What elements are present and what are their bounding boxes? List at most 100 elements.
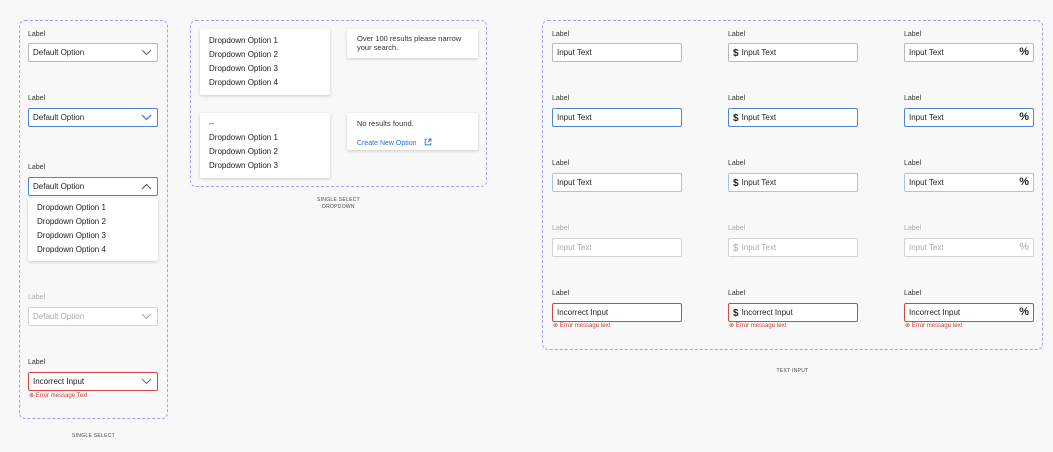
- input-label: Label: [904, 290, 922, 297]
- error-message: ⊗ Error message text: [729, 323, 787, 329]
- dropdown-option[interactable]: Dropdown Option 3: [209, 62, 330, 76]
- input-value: Input Text: [741, 48, 777, 57]
- no-results-panel: No results found. Create New Option: [347, 113, 478, 150]
- input-value: Input Text: [909, 178, 944, 187]
- input-value: Input Text: [741, 113, 777, 122]
- dropdown-caption-line1: SINGLE SELECT: [316, 197, 361, 203]
- dropdown-option[interactable]: Dropdown Option 3: [37, 229, 158, 243]
- select-label: Label: [28, 359, 46, 366]
- dropdown-list-panel: Dropdown Option 1 Dropdown Option 2 Drop…: [200, 29, 330, 95]
- input-value: Input Text: [741, 178, 777, 187]
- select-disabled: Default Option: [28, 307, 158, 326]
- dropdown-option-empty[interactable]: --: [209, 117, 330, 131]
- chevron-down-icon: [141, 378, 152, 385]
- over-limit-panel: Over 100 results please narrow your sear…: [347, 29, 478, 58]
- dropdown-option[interactable]: Dropdown Option 1: [209, 131, 330, 145]
- select-focused[interactable]: Default Option: [28, 108, 158, 127]
- dropdown-option[interactable]: Dropdown Option 2: [209, 48, 330, 62]
- dropdown-option[interactable]: Dropdown Option 3: [209, 159, 330, 173]
- input-label: Label: [904, 225, 922, 232]
- select-label: Label: [28, 164, 46, 171]
- over-limit-message: Over 100 results please narrow your sear…: [357, 34, 462, 52]
- dollar-icon: $: [733, 48, 739, 59]
- select-value: Default Option: [33, 113, 85, 122]
- select-value: Default Option: [33, 48, 85, 57]
- text-input-focused[interactable]: Input Text: [552, 108, 682, 127]
- input-label: Label: [552, 225, 570, 232]
- input-value: Input Text: [557, 113, 592, 122]
- input-value: Input Text: [909, 113, 944, 122]
- input-value: Input Text: [557, 243, 592, 252]
- currency-input-disabled: $ Input Text: [728, 238, 858, 257]
- no-results-message: No results found.: [357, 119, 414, 128]
- input-label: Label: [552, 160, 570, 167]
- input-value: Input Text: [909, 243, 944, 252]
- select-label: Label: [28, 294, 46, 301]
- select-value: Incorrect Input: [33, 377, 85, 386]
- currency-input-focused[interactable]: $ Input Text: [728, 108, 858, 127]
- error-message: ⊗ Error message Text: [29, 393, 88, 399]
- input-value: Input Text: [557, 178, 592, 187]
- external-link-icon: [424, 138, 432, 146]
- single-select-caption: SINGLE SELECT: [71, 433, 116, 439]
- percent-icon: %: [1019, 46, 1029, 58]
- select-options-panel: Dropdown Option 1 Dropdown Option 2 Drop…: [28, 198, 158, 261]
- chevron-down-icon: [141, 49, 152, 56]
- dollar-icon: $: [733, 308, 739, 319]
- select-label: Label: [28, 31, 46, 38]
- currency-input-hover[interactable]: $ Input Text: [728, 173, 858, 192]
- percent-icon: %: [1019, 111, 1029, 123]
- select-open[interactable]: Default Option: [28, 177, 158, 196]
- input-label: Label: [552, 290, 570, 297]
- error-message: ⊗ Error message text: [905, 323, 963, 329]
- text-input-caption: TEXT INPUT: [776, 368, 809, 374]
- select-error[interactable]: Incorrect Input: [28, 372, 158, 391]
- input-label: Label: [904, 160, 922, 167]
- chevron-down-icon: [141, 114, 152, 121]
- input-label: Label: [728, 225, 746, 232]
- percent-input-disabled: Input Text%: [904, 238, 1034, 257]
- input-label: Label: [904, 31, 922, 38]
- select-value: Default Option: [33, 182, 85, 191]
- text-input-disabled: Input Text: [552, 238, 682, 257]
- text-input-error[interactable]: Incorrect Input: [552, 303, 682, 322]
- dropdown-option[interactable]: Dropdown Option 4: [209, 76, 330, 90]
- dropdown-caption: SINGLE SELECT DROPDOWN: [290, 197, 387, 211]
- input-label: Label: [904, 95, 922, 102]
- dropdown-option[interactable]: Dropdown Option 2: [37, 215, 158, 229]
- input-value: Incorrect Input: [557, 308, 609, 317]
- dollar-icon: $: [733, 178, 739, 189]
- input-label: Label: [728, 290, 746, 297]
- percent-input-default[interactable]: Input Text%: [904, 43, 1034, 62]
- select-default[interactable]: Default Option: [28, 43, 158, 62]
- input-label: Label: [728, 95, 746, 102]
- create-option-link[interactable]: Create New Option: [357, 132, 478, 150]
- input-value: Incorrect Input: [741, 308, 793, 317]
- select-value: Default Option: [33, 312, 85, 321]
- percent-input-error[interactable]: Incorrect Input%: [904, 303, 1034, 322]
- dropdown-option[interactable]: Dropdown Option 1: [37, 201, 158, 215]
- dropdown-option[interactable]: Dropdown Option 1: [209, 34, 330, 48]
- percent-icon: %: [1019, 241, 1029, 253]
- percent-input-hover[interactable]: Input Text%: [904, 173, 1034, 192]
- select-label: Label: [28, 95, 46, 102]
- text-input-hover[interactable]: Input Text: [552, 173, 682, 192]
- percent-icon: %: [1019, 306, 1029, 318]
- input-value: Incorrect Input: [909, 308, 961, 317]
- currency-input-error[interactable]: $ Incorrect Input: [728, 303, 858, 322]
- dropdown-option[interactable]: Dropdown Option 4: [37, 243, 158, 257]
- dropdown-caption-line2: DROPDOWN: [322, 204, 355, 210]
- input-value: Input Text: [557, 48, 592, 57]
- dollar-icon: $: [733, 243, 739, 254]
- dropdown-option[interactable]: Dropdown Option 2: [209, 145, 330, 159]
- text-input-default[interactable]: Input Text: [552, 43, 682, 62]
- input-label: Label: [552, 31, 570, 38]
- percent-icon: %: [1019, 176, 1029, 188]
- error-message: ⊗ Error message text: [553, 323, 611, 329]
- input-value: Input Text: [909, 48, 944, 57]
- percent-input-focused[interactable]: Input Text%: [904, 108, 1034, 127]
- chevron-down-icon: [141, 313, 152, 320]
- currency-input-default[interactable]: $ Input Text: [728, 43, 858, 62]
- dropdown-list-empty-panel: -- Dropdown Option 1 Dropdown Option 2 D…: [200, 113, 330, 178]
- create-option-label: Create New Option: [357, 140, 417, 147]
